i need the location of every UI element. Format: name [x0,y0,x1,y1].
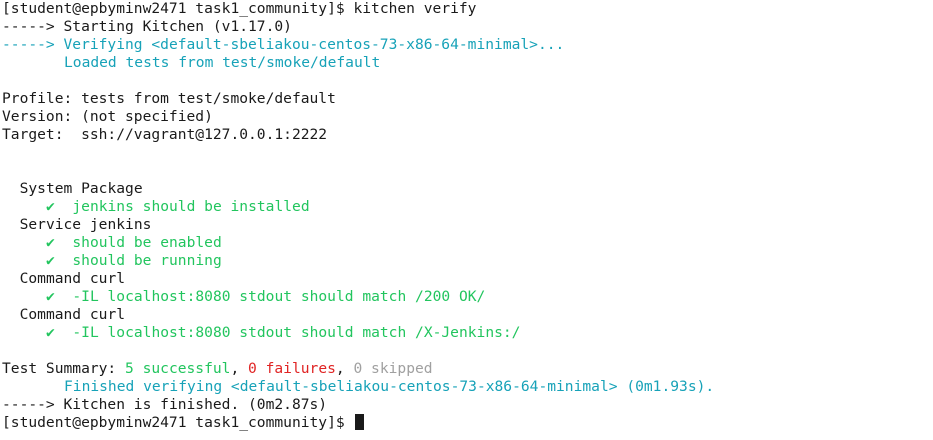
test-result-line: ✔ -IL localhost:8080 stdout should match… [2,288,933,306]
check-icon: ✔ [46,234,55,251]
arrow-marker: -----> [2,396,55,413]
group-service-jenkins: Service jenkins [19,216,152,233]
verifying-text: Verifying <default-sbeliakou-centos-73-x… [54,36,565,53]
terminal-window[interactable]: [student@epbyminw2471 task1_community]$ … [0,0,933,440]
check-icon: ✔ [46,252,55,269]
final-prompt-line[interactable]: [student@epbyminw2471 task1_community]$ [2,414,933,432]
output-line-starting: -----> Starting Kitchen (v1.17.0) [2,18,933,36]
command-text: kitchen verify [344,0,477,17]
test-result-line: ✔ should be running [2,252,933,270]
group-command-curl: Command curl [19,306,126,323]
group-command-curl: Command curl [19,270,126,287]
kitchen-finished-line: -----> Kitchen is finished. (0m2.87s) [2,396,933,414]
arrow-marker: -----> [2,18,55,35]
profile-line: Profile: tests from test/smoke/default [2,90,336,107]
kitchen-finished-text: Kitchen is finished. (0m2.87s) [54,396,328,413]
summary-skipped: 0 skipped [353,360,433,377]
summary-separator: , [335,360,354,377]
test-description: should be enabled [72,234,222,251]
test-description: jenkins should be installed [72,198,310,215]
test-summary-line: Test Summary: 5 successful, 0 failures, … [2,360,933,378]
test-description: -IL localhost:8080 stdout should match /… [72,288,486,305]
test-result-line: ✔ should be enabled [2,234,933,252]
arrow-marker: -----> [2,36,55,53]
text-cursor[interactable] [355,414,365,430]
test-result-line: ✔ jenkins should be installed [2,198,933,216]
shell-prompt: [student@epbyminw2471 task1_community]$ [2,414,354,431]
group-system-package: System Package [19,180,143,197]
target-line: Target: ssh://vagrant@127.0.0.1:2222 [2,126,328,143]
test-result-line: ✔ -IL localhost:8080 stdout should match… [2,324,933,342]
shell-prompt: [student@epbyminw2471 task1_community]$ [2,0,345,17]
test-description: -IL localhost:8080 stdout should match /… [72,324,521,341]
check-icon: ✔ [46,288,55,305]
summary-label: Test Summary: [2,360,126,377]
summary-separator: , [230,360,249,377]
summary-failures: 0 failures [248,360,336,377]
finished-verifying-line: Finished verifying <default-sbeliakou-ce… [64,378,715,395]
command-line: [student@epbyminw2471 task1_community]$ … [2,0,933,18]
starting-kitchen-text: Starting Kitchen (v1.17.0) [54,18,292,35]
test-description: should be running [72,252,222,269]
summary-successful: 5 successful [125,360,231,377]
check-icon: ✔ [46,324,55,341]
output-line-loaded: Loaded tests from test/smoke/default [64,54,381,71]
check-icon: ✔ [46,198,55,215]
version-line: Version: (not specified) [2,108,213,125]
output-line-verifying: -----> Verifying <default-sbeliakou-cent… [2,36,933,54]
